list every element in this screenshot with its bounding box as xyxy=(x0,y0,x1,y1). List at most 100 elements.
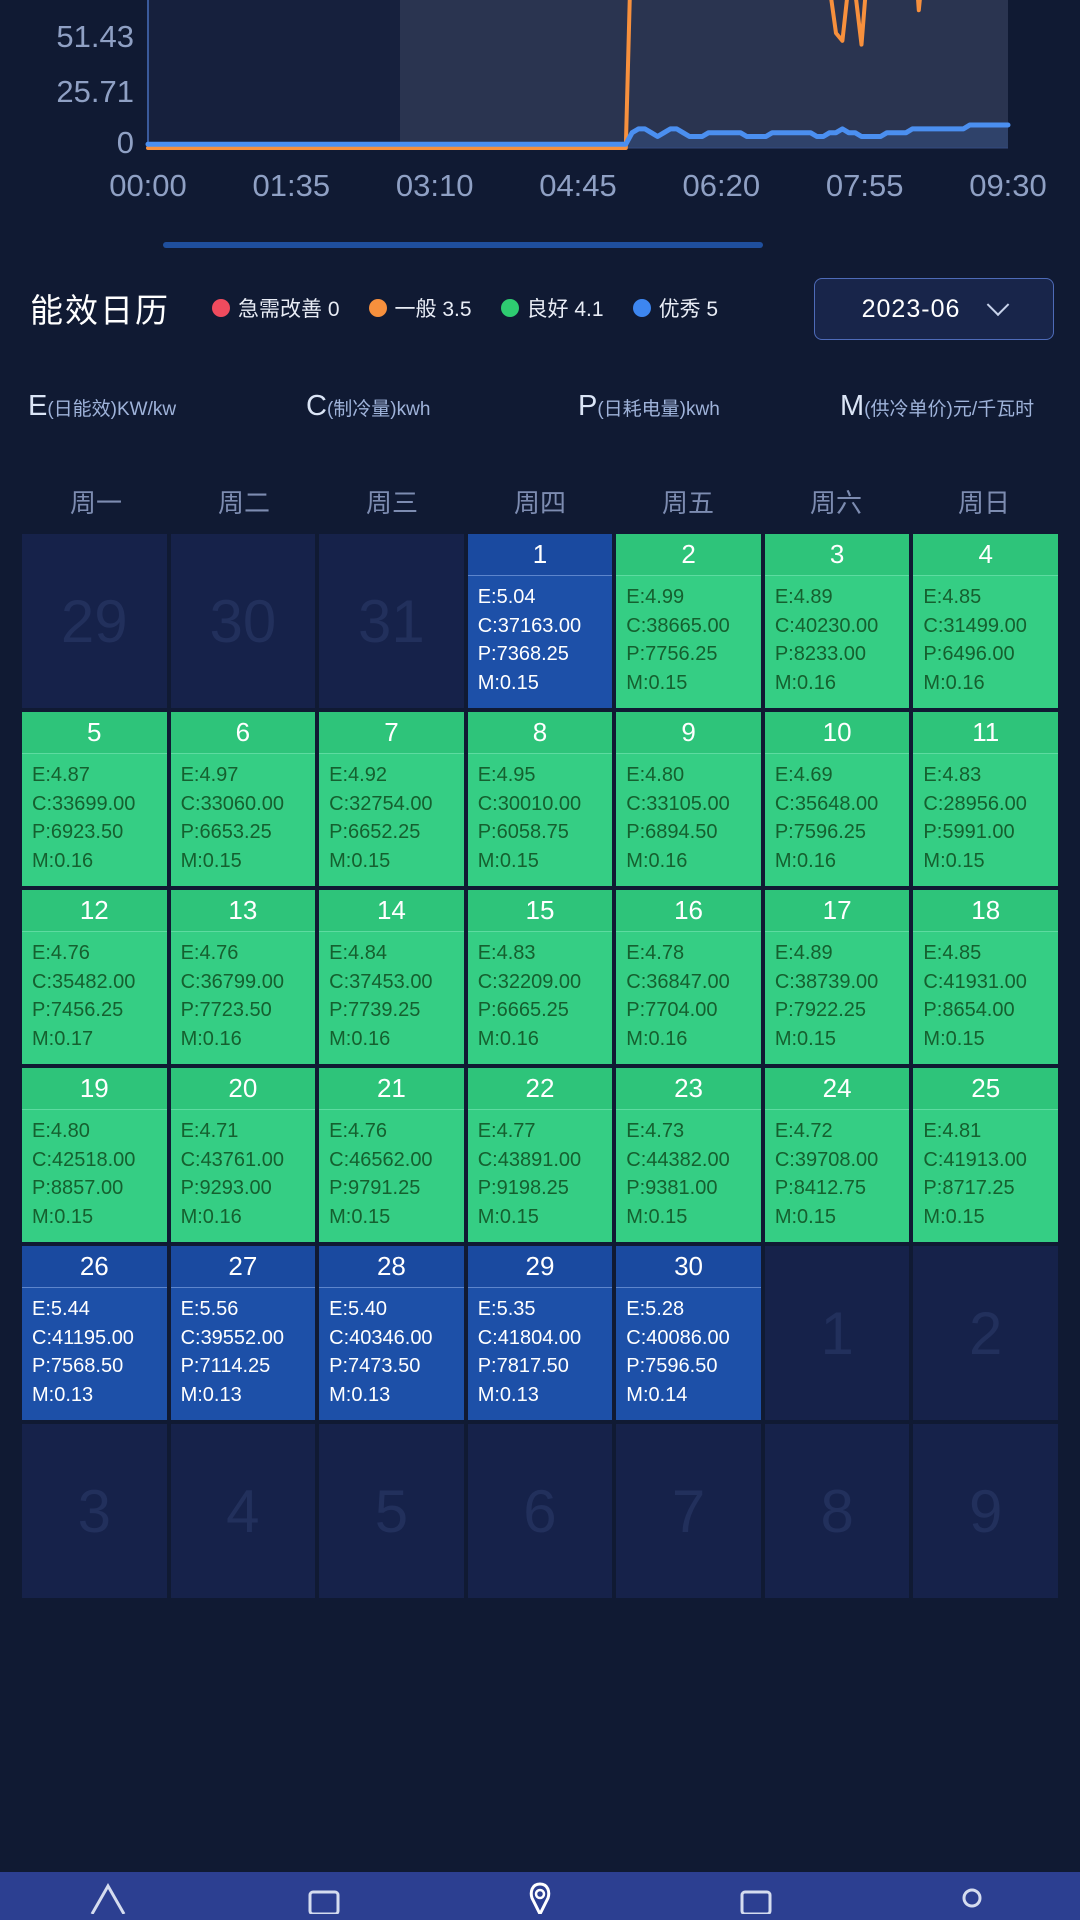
calendar-cell[interactable]: 11 E:4.83 C:28956.00 P:5991.00 M:0.15 xyxy=(913,712,1058,886)
metric-value-e: E:5.44 xyxy=(32,1298,90,1320)
calendar-cell[interactable]: 15 E:4.83 C:32209.00 P:6665.25 M:0.16 xyxy=(467,890,613,1064)
calendar-day-number: 30 xyxy=(616,1246,761,1288)
calendar-cell[interactable]: 2 E:4.99 C:38665.00 P:7756.25 M:0.15 xyxy=(616,534,761,708)
calendar-cell-metrics: E:4.89 C:38739.00 P:7922.25 M:0.15 xyxy=(765,932,910,1053)
calendar-day-number: 5 xyxy=(374,1477,409,1545)
calendar-cell[interactable]: 23 E:4.73 C:44382.00 P:9381.00 M:0.15 xyxy=(616,1068,761,1242)
calendar-day-number: 3 xyxy=(77,1477,111,1545)
chart-canvas: 51.43 25.71 0 00:00 01:35 03:10 04:45 06:20 0… xyxy=(0,0,1080,248)
metric-value-c: C:35482.00 xyxy=(32,970,136,993)
person-icon xyxy=(962,1888,982,1908)
metric-value-e: E:4.87 xyxy=(32,764,90,786)
weekday-label-sat: 周六 xyxy=(809,488,862,518)
metric-value-p: P:7596.50 xyxy=(626,1355,718,1378)
metric-value-c: C:32209.00 xyxy=(477,970,582,993)
metric-value-e: E:4.78 xyxy=(626,942,685,964)
calendar-cell[interactable]: 12 E:4.76 C:35482.00 P:7456.25 M:0.17 xyxy=(22,890,167,1064)
calendar-cell[interactable]: 10 E:4.69 C:35648.00 P:7596.25 M:0.16 xyxy=(764,712,910,886)
metric-value-c: C:38739.00 xyxy=(774,970,879,993)
calendar-day-number: 2 xyxy=(969,1299,1003,1367)
calendar-cell[interactable]: 6 E:4.97 C:33060.00 P:6653.25 M:0.15 xyxy=(170,712,316,886)
metric-value-m: M:0.15 xyxy=(180,849,242,872)
metric-value-p: P:6923.50 xyxy=(32,821,124,844)
calendar-cell[interactable]: 21 E:4.76 C:46562.00 P:9791.25 M:0.15 xyxy=(319,1068,464,1242)
legend-label: 良好 4.1 xyxy=(526,298,604,321)
metric-value-m: M:0.15 xyxy=(626,671,688,694)
calendar-cell-metrics: E:4.87 C:33699.00 P:6923.50 M:0.16 xyxy=(22,754,167,875)
calendar-cell-inactive: 5 xyxy=(319,1424,464,1598)
metric-value-c: C:44382.00 xyxy=(626,1148,730,1171)
weekday-label-tue: 周二 xyxy=(217,488,270,518)
calendar-cell[interactable]: 1 E:5.04 C:37163.00 P:7368.25 M:0.15 xyxy=(467,534,613,708)
calendar-cell[interactable]: 4 E:4.85 C:31499.00 P:6496.00 M:0.16 xyxy=(913,534,1058,708)
calendar-cell[interactable]: 9 E:4.80 C:33105.00 P:6894.50 M:0.16 xyxy=(616,712,761,886)
chart-x-tick: 09:30 xyxy=(969,168,1047,203)
nav-home-button[interactable] xyxy=(0,1872,216,1914)
metric-value-m: M:0.17 xyxy=(32,1027,94,1050)
calendar-day-number: 24 xyxy=(764,1068,910,1110)
calendar-cell[interactable]: 16 E:4.78 C:36847.00 P:7704.00 M:0.16 xyxy=(616,890,761,1064)
metric-value-e: E:4.77 xyxy=(477,1120,536,1142)
calendar-cell[interactable]: 22 E:4.77 C:43891.00 P:9198.25 M:0.15 xyxy=(467,1068,613,1242)
legend-dot-red xyxy=(212,299,230,317)
calendar-day-number: 18 xyxy=(913,890,1058,932)
metric-value-e: E:4.95 xyxy=(477,764,536,786)
chart-x-tick: 01:35 xyxy=(253,168,331,203)
calendar-cell[interactable]: 5 E:4.87 C:33699.00 P:6923.50 M:0.16 xyxy=(22,712,167,886)
app-root: 51.43 25.71 0 00:00 01:35 03:10 04:45 06:20 0… xyxy=(0,0,1080,1920)
metric-value-e: E:4.80 xyxy=(32,1120,90,1142)
calendar-cell[interactable]: 20 E:4.71 C:43761.00 P:9293.00 M:0.16 xyxy=(170,1068,316,1242)
month-select[interactable]: 2023-06 xyxy=(814,278,1054,340)
calendar-cell[interactable]: 24 E:4.72 C:39708.00 P:8412.75 M:0.15 xyxy=(764,1068,910,1242)
calendar-cell-metrics: E:4.81 C:41913.00 P:8717.25 M:0.15 xyxy=(913,1110,1058,1231)
legend-item-good[interactable]: 良好 4.1 xyxy=(500,293,604,323)
calendar-cell-metrics: E:4.76 C:46562.00 P:9791.25 M:0.15 xyxy=(319,1110,464,1231)
calendar-cell-metrics: E:4.71 C:43761.00 P:9293.00 M:0.16 xyxy=(171,1110,316,1231)
calendar-day-number: 8 xyxy=(467,712,613,754)
legend-item-excellent[interactable]: 优秀 5 xyxy=(632,293,718,323)
energy-chart[interactable]: 51.43 25.71 0 00:00 01:35 03:10 04:45 06:20 0… xyxy=(0,0,1080,248)
metric-value-m: M:0.16 xyxy=(329,1027,391,1050)
calendar-day-number: 7 xyxy=(671,1477,706,1545)
calendar-day-number: 23 xyxy=(616,1068,761,1110)
nav-profile-button[interactable] xyxy=(864,1872,1080,1914)
calendar-cell-metrics: E:4.99 C:38665.00 P:7756.25 M:0.15 xyxy=(616,576,761,697)
calendar-cell[interactable]: 13 E:4.76 C:36799.00 P:7723.50 M:0.16 xyxy=(170,890,316,1064)
calendar-cell[interactable]: 18 E:4.85 C:41931.00 P:8654.00 M:0.15 xyxy=(913,890,1058,1064)
metric-value-e: E:4.83 xyxy=(477,942,536,964)
metric-value-p: P:8412.75 xyxy=(774,1177,867,1200)
calendar-cell[interactable]: 17 E:4.89 C:38739.00 P:7922.25 M:0.15 xyxy=(764,890,910,1064)
calendar-day-number: 26 xyxy=(22,1246,167,1288)
calendar-cell-metrics: E:4.76 C:35482.00 P:7456.25 M:0.17 xyxy=(22,932,167,1053)
calendar-cell[interactable]: 26 E:5.44 C:41195.00 P:7568.50 M:0.13 xyxy=(22,1246,167,1420)
month-select-value: 2023-06 xyxy=(861,294,961,323)
calendar-cell[interactable]: 27 E:5.56 C:39552.00 P:7114.25 M:0.13 xyxy=(170,1246,316,1420)
nav-recents-button[interactable] xyxy=(216,1872,432,1914)
calendar-cell[interactable]: 29 E:5.35 C:41804.00 P:7817.50 M:0.13 xyxy=(467,1246,613,1420)
metric-value-p: P:8717.25 xyxy=(923,1177,1015,1200)
system-navbar xyxy=(0,1872,1080,1920)
calendar-cell[interactable]: 3 E:4.89 C:40230.00 P:8233.00 M:0.16 xyxy=(764,534,910,708)
calendar-cell[interactable]: 30 E:5.28 C:40086.00 P:7596.50 M:0.14 xyxy=(616,1246,761,1420)
legend-item-critical[interactable]: 急需改善 0 xyxy=(212,293,340,323)
calendar-cell[interactable]: 28 E:5.40 C:40346.00 P:7473.50 M:0.13 xyxy=(319,1246,464,1420)
calendar-day-number: 9 xyxy=(616,712,761,754)
nav-location-button[interactable] xyxy=(432,1872,648,1914)
calendar-cell[interactable]: 7 E:4.92 C:32754.00 P:6652.25 M:0.15 xyxy=(319,712,464,886)
calendar-cell[interactable]: 8 E:4.95 C:30010.00 P:6058.75 M:0.15 xyxy=(467,712,613,886)
legend-label: 急需改善 0 xyxy=(238,298,340,321)
svg-text:25.71: 25.71 xyxy=(56,74,134,109)
calendar-cell[interactable]: 19 E:4.80 C:42518.00 P:8857.00 M:0.15 xyxy=(22,1068,167,1242)
metric-value-p: P:9791.25 xyxy=(329,1177,421,1200)
metric-value-c: C:39708.00 xyxy=(774,1148,879,1171)
nav-window-button[interactable] xyxy=(648,1872,864,1914)
metric-value-c: C:30010.00 xyxy=(477,792,582,815)
metric-value-c: C:41804.00 xyxy=(477,1326,582,1349)
legend-item-average[interactable]: 一般 3.5 xyxy=(368,293,472,323)
calendar-cell[interactable]: 25 E:4.81 C:41913.00 P:8717.25 M:0.15 xyxy=(913,1068,1058,1242)
metric-value-e: E:4.72 xyxy=(774,1120,833,1142)
metric-value-p: P:6652.25 xyxy=(329,821,421,844)
calendar-cell[interactable]: 14 E:4.84 C:37453.00 P:7739.25 M:0.16 xyxy=(319,890,464,1064)
calendar-cell-metrics: E:4.77 C:43891.00 P:9198.25 M:0.15 xyxy=(468,1110,613,1231)
calendar-grid: 29 30 31 1 E:5.04 C:37163.00 P:7368.25 M:0.15 2 E… xyxy=(0,520,1080,1598)
